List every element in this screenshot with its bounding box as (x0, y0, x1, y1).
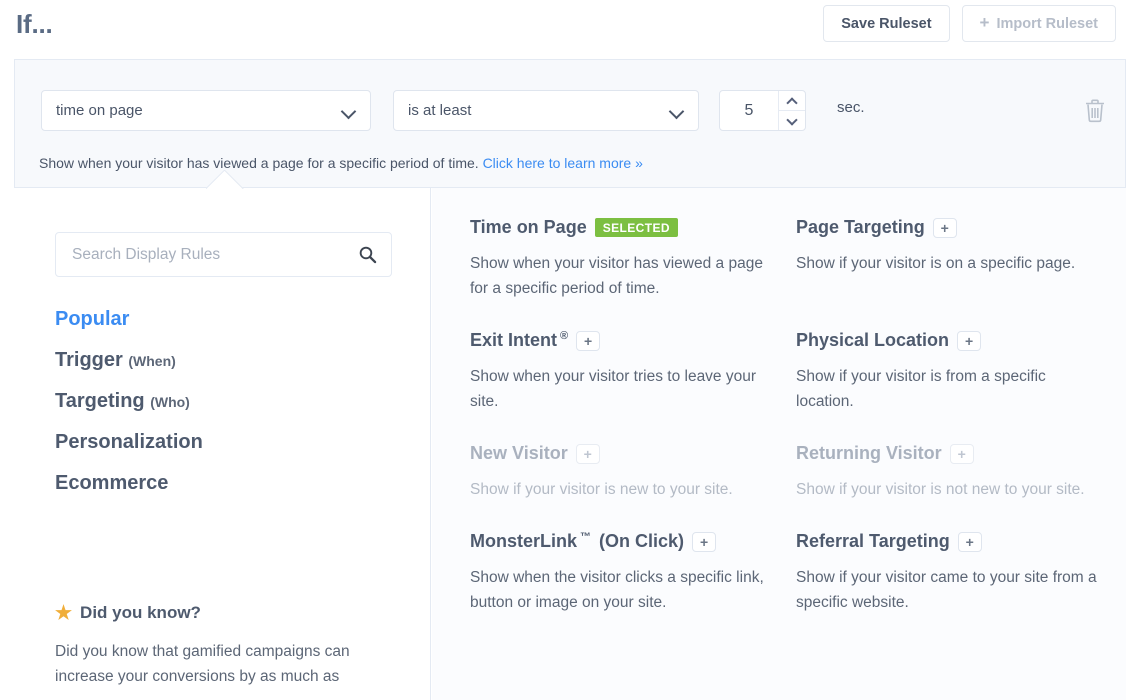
rule-card-description: Show if your visitor is from a specific … (796, 364, 1100, 414)
sidebar-item-label: Ecommerce (55, 472, 168, 494)
display-rules-screen: If... Save Ruleset + Import Ruleset time… (0, 0, 1140, 700)
header-actions: Save Ruleset + Import Ruleset (823, 5, 1116, 42)
stepper-buttons (778, 91, 805, 130)
rule-card-suffix: (On Click) (599, 532, 684, 552)
chevron-down-icon (788, 116, 797, 125)
rule-card-description: Show if your visitor is on a specific pa… (796, 251, 1100, 276)
rule-card-description: Show if your visitor is new to your site… (470, 477, 774, 502)
rule-card-title: Returning Visitor + (796, 444, 1100, 464)
add-rule-button[interactable]: + (933, 218, 957, 238)
rule-card-description: Show when your visitor tries to leave yo… (470, 364, 774, 414)
sidebar-item-sublabel: (When) (128, 353, 175, 369)
search-icon[interactable] (358, 245, 377, 264)
did-you-know-heading: Did you know? (80, 603, 201, 623)
rule-card-title: Time on Page SELECTED (470, 218, 774, 238)
add-rule-button[interactable]: + (576, 331, 600, 351)
rule-type-value: time on page (56, 102, 343, 119)
sidebar-item-targeting[interactable]: Targeting (Who) (55, 390, 395, 413)
rule-card[interactable]: Physical Location + Show if your visitor i… (796, 331, 1122, 414)
chevron-down-icon (343, 104, 356, 117)
rule-card-name: MonsterLink (470, 532, 577, 552)
rule-card-title: Referral Targeting + (796, 532, 1100, 552)
rule-card-title: MonsterLink™ (On Click) + (470, 532, 774, 552)
rule-operator-select[interactable]: is at least (393, 90, 699, 131)
rule-row: time on page is at least sec. (15, 60, 1125, 146)
active-rule-panel: time on page is at least sec. (14, 59, 1126, 187)
sidebar-item-ecommerce[interactable]: Ecommerce (55, 472, 395, 495)
rule-card[interactable]: Time on Page SELECTED Show when your visit… (470, 218, 796, 301)
save-ruleset-button[interactable]: Save Ruleset (823, 5, 949, 42)
stepper-decrement-button[interactable] (779, 110, 805, 130)
import-ruleset-label: Import Ruleset (996, 16, 1098, 32)
learn-more-link[interactable]: Click here to learn more » (483, 155, 643, 171)
rule-operator-value: is at least (408, 102, 671, 119)
rule-card-name: Referral Targeting (796, 532, 950, 552)
rule-amount-unit: sec. (837, 99, 865, 116)
rule-card-name: Physical Location (796, 331, 949, 351)
rule-card-description: Show if your visitor came to your site f… (796, 565, 1100, 615)
search-input[interactable] (70, 245, 358, 265)
rule-card-title: New Visitor + (470, 444, 774, 464)
chevron-down-icon (671, 104, 684, 117)
add-rule-button[interactable]: + (576, 444, 600, 464)
sidebar-item-personalization[interactable]: Personalization (55, 431, 395, 454)
status-badge: SELECTED (595, 218, 678, 237)
rules-grid: Time on Page SELECTED Show when your visit… (470, 218, 1126, 646)
rule-card-name: Time on Page (470, 218, 587, 238)
rule-card[interactable]: Referral Targeting + Show if your visitor … (796, 532, 1122, 615)
category-list: Popular Trigger (When) Targeting (Who) P… (55, 308, 395, 513)
add-rule-button[interactable]: + (950, 444, 974, 464)
rule-card-name: Page Targeting (796, 218, 925, 238)
plus-icon: + (980, 14, 990, 31)
add-rule-button[interactable]: + (692, 532, 716, 552)
rules-body: Popular Trigger (When) Targeting (Who) P… (14, 188, 1126, 700)
rule-description: Show when your visitor has viewed a page… (39, 153, 1105, 173)
rule-card-title: Page Targeting + (796, 218, 1100, 238)
star-icon: ★ (55, 604, 72, 623)
sidebar-item-label: Targeting (55, 390, 145, 412)
rule-card[interactable]: New Visitor + Show if your visitor is new … (470, 444, 796, 502)
page-title: If... (16, 9, 53, 40)
rule-card-description: Show when the visitor clicks a specific … (470, 565, 774, 615)
rule-card[interactable]: Exit Intent® + Show when your visitor trie… (470, 331, 796, 414)
trash-icon (1081, 96, 1109, 126)
rule-description-text: Show when your visitor has viewed a page… (39, 155, 479, 171)
trademark-icon: ® (560, 330, 568, 342)
rule-card-name: New Visitor (470, 444, 568, 464)
rule-card-description: Show if your visitor is not new to your … (796, 477, 1100, 502)
rule-amount-input[interactable] (720, 91, 778, 130)
panel-caret-indicator (206, 170, 244, 189)
rules-sidebar: Popular Trigger (When) Targeting (Who) P… (14, 188, 431, 700)
did-you-know-body: Did you know that gamified campaigns can… (55, 639, 405, 689)
did-you-know-panel: ★ Did you know? Did you know that gamifi… (55, 603, 405, 689)
trademark-icon: ™ (580, 531, 591, 543)
rule-card-title: Physical Location + (796, 331, 1100, 351)
sidebar-item-label: Personalization (55, 431, 203, 453)
rule-type-select[interactable]: time on page (41, 90, 371, 131)
rule-card[interactable]: Returning Visitor + Show if your visitor i… (796, 444, 1122, 502)
rules-catalog: Time on Page SELECTED Show when your visit… (432, 188, 1126, 700)
rule-card[interactable]: MonsterLink™ (On Click) + Show when the vis… (470, 532, 796, 615)
rule-card-description: Show when your visitor has viewed a page… (470, 251, 774, 301)
import-ruleset-button[interactable]: + Import Ruleset (962, 5, 1116, 42)
sidebar-item-popular[interactable]: Popular (55, 308, 395, 331)
rule-card[interactable]: Page Targeting + Show if your visitor is o… (796, 218, 1122, 301)
chevron-up-icon (788, 96, 797, 105)
rule-amount-stepper[interactable] (719, 90, 806, 131)
did-you-know-title: ★ Did you know? (55, 603, 405, 623)
rule-card-name: Returning Visitor (796, 444, 942, 464)
add-rule-button[interactable]: + (958, 532, 982, 552)
rule-card-title: Exit Intent® + (470, 331, 774, 351)
page-header: If... Save Ruleset + Import Ruleset (0, 0, 1140, 60)
sidebar-item-trigger[interactable]: Trigger (When) (55, 349, 395, 372)
save-ruleset-label: Save Ruleset (841, 16, 931, 32)
rule-card-name: Exit Intent (470, 331, 557, 351)
search-display-rules[interactable] (55, 232, 392, 277)
sidebar-item-sublabel: (Who) (150, 394, 190, 410)
stepper-increment-button[interactable] (779, 91, 805, 110)
sidebar-item-label: Trigger (55, 349, 123, 371)
add-rule-button[interactable]: + (957, 331, 981, 351)
sidebar-item-label: Popular (55, 308, 129, 330)
delete-rule-button[interactable] (1081, 96, 1109, 126)
